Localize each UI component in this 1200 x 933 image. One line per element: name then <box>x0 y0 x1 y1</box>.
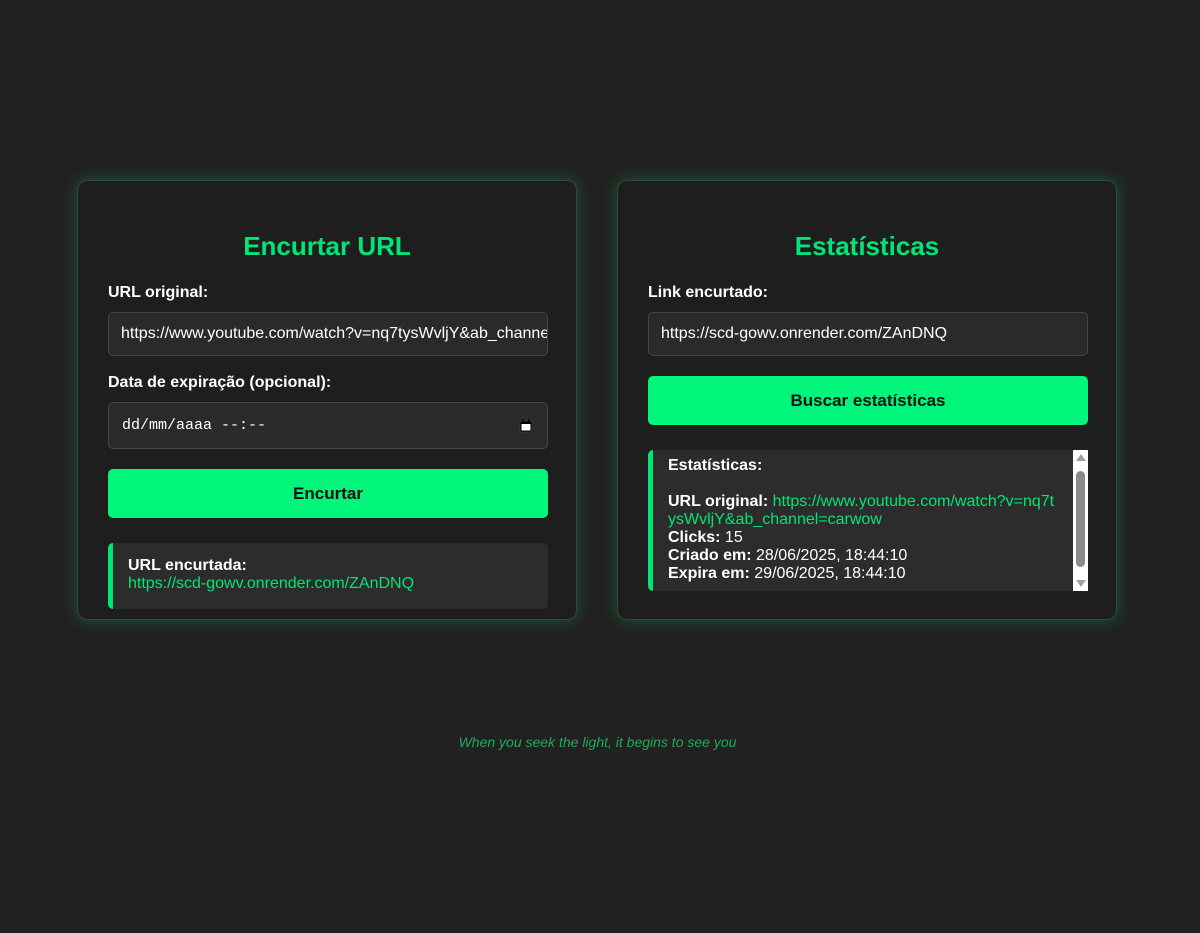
original-url-label: URL original: <box>108 284 209 301</box>
stats-expires-row: Expira em: 29/06/2025, 18:44:10 <box>668 565 1058 583</box>
fetch-stats-button[interactable]: Buscar estatísticas <box>648 376 1088 425</box>
page: Encurtar URL URL original: https://www.y… <box>0 0 1200 933</box>
stats-original-row: URL original: https://www.youtube.com/wa… <box>668 493 1058 529</box>
footer-tagline: When you seek the light, it begins to se… <box>458 734 737 750</box>
expiry-date-input[interactable]: dd/mm/aaaa --:-- <box>108 402 548 449</box>
shortened-url-label: URL encurtada: <box>128 557 247 574</box>
stats-scrollbar[interactable] <box>1073 450 1088 591</box>
scrollbar-thumb[interactable] <box>1076 471 1085 567</box>
stats-created-label: Criado em: <box>668 547 752 564</box>
stats-result-content: Estatísticas: URL original: https://www.… <box>668 457 1058 583</box>
stats-clicks-label: Clicks: <box>668 529 721 546</box>
scroll-down-icon[interactable] <box>1076 580 1086 587</box>
stats-clicks-row: Clicks: 15 <box>668 529 1058 547</box>
expiry-date-label: Data de expiração (opcional): <box>108 374 332 391</box>
stats-original-label: URL original: <box>668 493 769 510</box>
short-link-label: Link encurtado: <box>648 284 769 301</box>
shorten-card: Encurtar URL URL original: https://www.y… <box>77 180 577 620</box>
stats-heading: Estatísticas: <box>668 457 763 474</box>
stats-result: Estatísticas: URL original: https://www.… <box>648 450 1088 591</box>
calendar-icon[interactable] <box>519 419 533 433</box>
shorten-title: Encurtar URL <box>243 231 411 261</box>
shortened-url-link[interactable]: https://scd-gowv.onrender.com/ZAnDNQ <box>128 575 533 593</box>
stats-clicks-value: 15 <box>724 529 743 546</box>
stats-title: Estatísticas <box>794 231 940 261</box>
scroll-up-icon[interactable] <box>1076 454 1086 461</box>
stats-card: Estatísticas Link encurtado: https://scd… <box>617 180 1117 620</box>
shorten-button[interactable]: Encurtar <box>108 469 548 518</box>
expiry-date-placeholder: dd/mm/aaaa --:-- <box>122 417 267 434</box>
stats-created-row: Criado em: 28/06/2025, 18:44:10 <box>668 547 1058 565</box>
stats-expires-value: 29/06/2025, 18:44:10 <box>754 565 906 582</box>
stats-expires-label: Expira em: <box>668 565 750 582</box>
shortened-result: URL encurtada: https://scd-gowv.onrender… <box>108 543 548 609</box>
stats-created-value: 28/06/2025, 18:44:10 <box>756 547 908 564</box>
short-link-input[interactable]: https://scd-gowv.onrender.com/ZAnDNQ <box>648 312 1088 356</box>
original-url-input[interactable]: https://www.youtube.com/watch?v=nq7tysWv… <box>108 312 548 356</box>
